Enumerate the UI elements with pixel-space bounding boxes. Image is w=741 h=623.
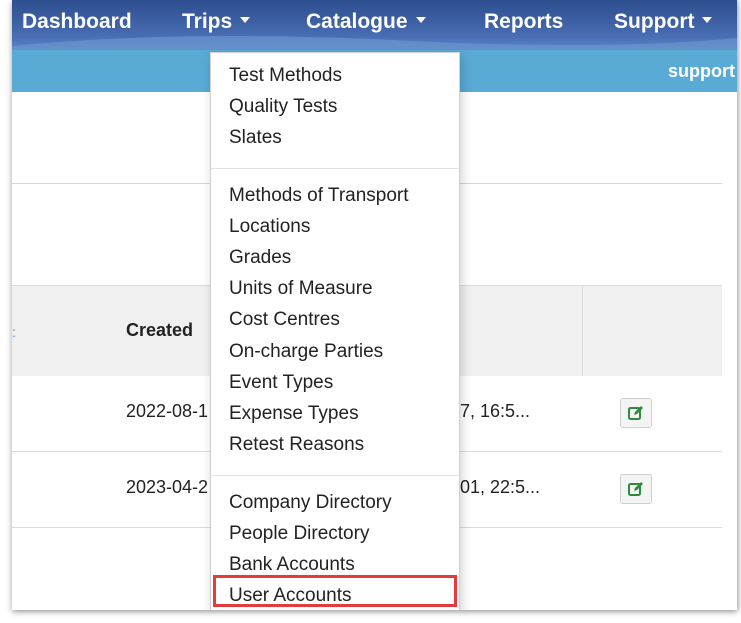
sort-indicator[interactable]: :: [12, 324, 16, 340]
menu-item-expense-types[interactable]: Expense Types: [229, 403, 359, 425]
nav-catalogue[interactable]: Catalogue: [306, 10, 426, 34]
nav-support-label: Support: [614, 10, 695, 33]
menu-item-retest-reasons[interactable]: Retest Reasons: [229, 434, 364, 456]
nav-dashboard[interactable]: Dashboard: [22, 10, 132, 34]
nav-dashboard-label: Dashboard: [22, 10, 132, 33]
nav-support[interactable]: Support: [614, 10, 713, 34]
nav-reports[interactable]: Reports: [484, 10, 563, 34]
edit-button[interactable]: [620, 474, 652, 504]
chevron-down-icon: [415, 17, 426, 24]
edit-icon: [628, 406, 643, 420]
edit-button[interactable]: [620, 398, 652, 428]
chevron-down-icon: [702, 17, 713, 24]
nav-trips[interactable]: Trips: [182, 10, 251, 34]
menu-item-user-accounts[interactable]: User Accounts: [229, 585, 352, 607]
menu-item-grades[interactable]: Grades: [229, 247, 291, 269]
edit-icon: [628, 482, 643, 496]
cell-updated: 01, 22:5...: [460, 477, 541, 497]
cell-updated: 7, 16:5...: [460, 401, 531, 421]
top-navigation: Dashboard Trips Catalogue Reports Suppor…: [12, 0, 737, 50]
menu-item-units-of-measure[interactable]: Units of Measure: [229, 278, 373, 300]
app-window: Dashboard Trips Catalogue Reports Suppor…: [12, 0, 737, 610]
menu-item-event-types[interactable]: Event Types: [229, 372, 333, 394]
menu-item-slates[interactable]: Slates: [229, 127, 282, 149]
menu-item-on-charge-parties[interactable]: On-charge Parties: [229, 341, 383, 363]
nav-trips-label: Trips: [182, 10, 233, 33]
menu-item-company-directory[interactable]: Company Directory: [229, 492, 392, 514]
cell-created: 2022-08-1: [126, 401, 209, 421]
menu-item-cost-centres[interactable]: Cost Centres: [229, 309, 340, 331]
nav-reports-label: Reports: [484, 10, 564, 33]
menu-item-quality-tests[interactable]: Quality Tests: [229, 96, 337, 118]
chevron-down-icon: [240, 17, 251, 24]
catalogue-dropdown-menu: Test Methods Quality Tests Slates Method…: [210, 52, 460, 610]
menu-divider: [211, 475, 459, 476]
column-header-created[interactable]: Created: [126, 320, 193, 341]
cell-created: 2023-04-2: [126, 477, 209, 497]
column-separator: [582, 286, 583, 376]
nav-wave-decoration: [12, 36, 737, 50]
menu-divider: [211, 168, 459, 169]
nav-catalogue-label: Catalogue: [306, 10, 408, 33]
current-user[interactable]: support: [668, 61, 735, 82]
menu-item-people-directory[interactable]: People Directory: [229, 523, 369, 545]
menu-item-locations[interactable]: Locations: [229, 216, 310, 238]
menu-item-bank-accounts[interactable]: Bank Accounts: [229, 554, 355, 576]
menu-item-test-methods[interactable]: Test Methods: [229, 65, 342, 87]
menu-item-methods-of-transport[interactable]: Methods of Transport: [229, 185, 409, 207]
